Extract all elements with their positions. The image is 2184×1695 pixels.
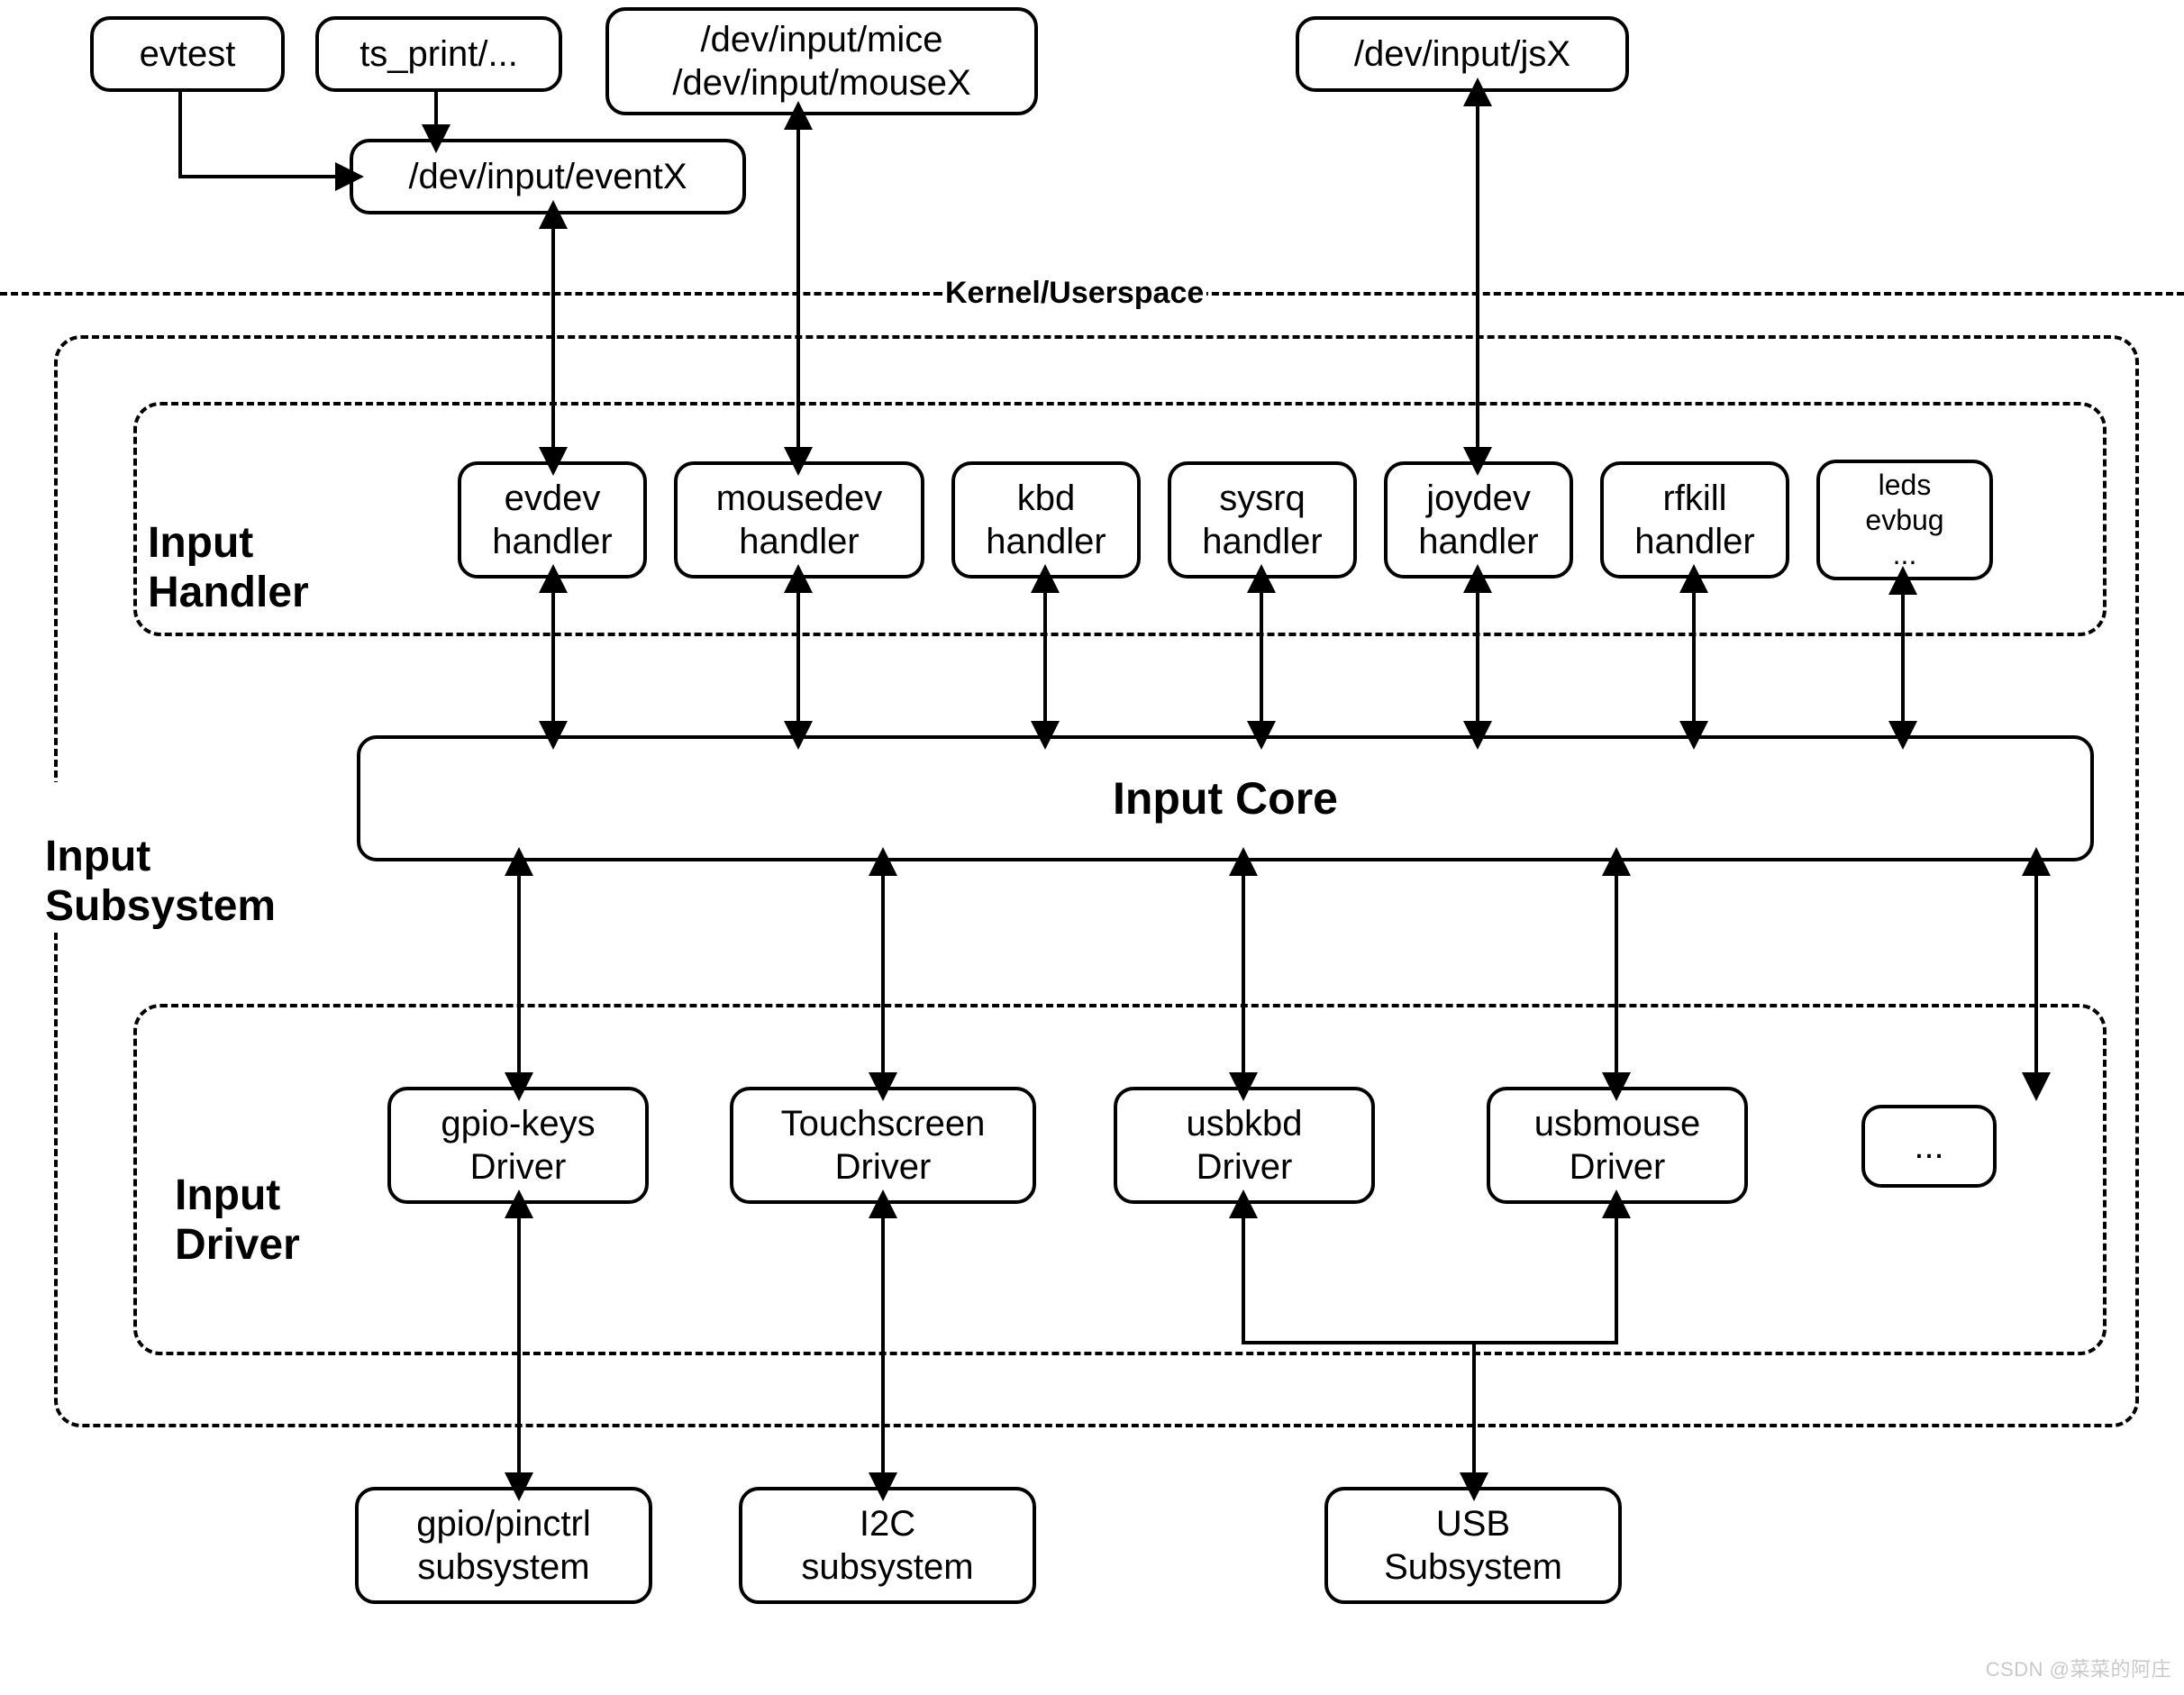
label-input-handler: Input Handler xyxy=(144,469,313,618)
node-touchscreen-driver: Touchscreen Driver xyxy=(730,1087,1036,1204)
node-usbkbd-driver: usbkbd Driver xyxy=(1114,1087,1375,1204)
text-sysrq: sysrq handler xyxy=(1202,477,1322,563)
text-tsprint: ts_print/... xyxy=(359,32,518,76)
node-gpio-subsystem: gpio/pinctrl subsystem xyxy=(355,1487,652,1604)
label-input-subsystem: Input Subsystem xyxy=(41,782,279,932)
text-input-core: Input Core xyxy=(1113,771,1338,825)
node-kbd-handler: kbd handler xyxy=(951,461,1141,579)
text-input-handler: Input Handler xyxy=(148,519,309,616)
node-tsprint: ts_print/... xyxy=(315,16,562,92)
node-dev-eventx: /dev/input/eventX xyxy=(350,139,746,214)
boundary-label: Kernel/Userspace xyxy=(942,276,1206,311)
text-usbmouse: usbmouse Driver xyxy=(1534,1102,1701,1189)
diagram-canvas: evtest ts_print/... /dev/input/eventX /d… xyxy=(0,0,2184,1695)
text-input-subsystem: Input Subsystem xyxy=(45,833,276,930)
text-input-driver: Input Driver xyxy=(175,1171,300,1269)
text-usb-sub: USB Subsystem xyxy=(1384,1502,1562,1589)
watermark: CSDN @菜菜的阿庄 xyxy=(1986,1654,2171,1682)
node-dev-jsx: /dev/input/jsX xyxy=(1296,16,1629,92)
boundary-line-left xyxy=(0,292,941,296)
text-dev-jsx: /dev/input/jsX xyxy=(1354,32,1570,76)
node-input-core: Input Core xyxy=(357,735,2094,861)
text-evtest: evtest xyxy=(140,32,236,76)
text-i2c-sub: I2C subsystem xyxy=(801,1502,973,1589)
node-usb-subsystem: USB Subsystem xyxy=(1324,1487,1622,1604)
text-dev-mice: /dev/input/mice /dev/input/mouseX xyxy=(672,18,970,105)
text-joydev: joydev handler xyxy=(1418,477,1538,563)
text-misc: leds evbug ... xyxy=(1865,468,1943,571)
label-input-driver: Input Driver xyxy=(171,1121,304,1271)
node-mousedev-handler: mousedev handler xyxy=(674,461,924,579)
node-driver-etc: ... xyxy=(1861,1105,1997,1188)
node-i2c-subsystem: I2C subsystem xyxy=(739,1487,1036,1604)
text-driver-etc: ... xyxy=(1914,1125,1943,1168)
text-boundary: Kernel/Userspace xyxy=(945,276,1204,310)
text-touchscreen: Touchscreen Driver xyxy=(781,1102,986,1189)
node-joydev-handler: joydev handler xyxy=(1384,461,1573,579)
text-evdev: evdev handler xyxy=(492,477,612,563)
text-gpio-sub: gpio/pinctrl subsystem xyxy=(416,1502,590,1589)
text-dev-eventx: /dev/input/eventX xyxy=(408,155,687,198)
node-gpiokeys-driver: gpio-keys Driver xyxy=(387,1087,649,1204)
node-usbmouse-driver: usbmouse Driver xyxy=(1487,1087,1748,1204)
node-dev-mice: /dev/input/mice /dev/input/mouseX xyxy=(605,7,1038,115)
watermark-text: CSDN @菜菜的阿庄 xyxy=(1986,1658,2171,1681)
text-gpiokeys: gpio-keys Driver xyxy=(441,1102,595,1189)
node-sysrq-handler: sysrq handler xyxy=(1168,461,1357,579)
text-usbkbd: usbkbd Driver xyxy=(1187,1102,1303,1189)
node-evdev-handler: evdev handler xyxy=(458,461,647,579)
node-rfkill-handler: rfkill handler xyxy=(1600,461,1789,579)
node-evtest: evtest xyxy=(90,16,285,92)
text-mousedev: mousedev handler xyxy=(716,477,883,563)
text-kbd: kbd handler xyxy=(986,477,1106,563)
node-misc-handlers: leds evbug ... xyxy=(1816,460,1993,580)
text-rfkill: rfkill handler xyxy=(1634,477,1754,563)
